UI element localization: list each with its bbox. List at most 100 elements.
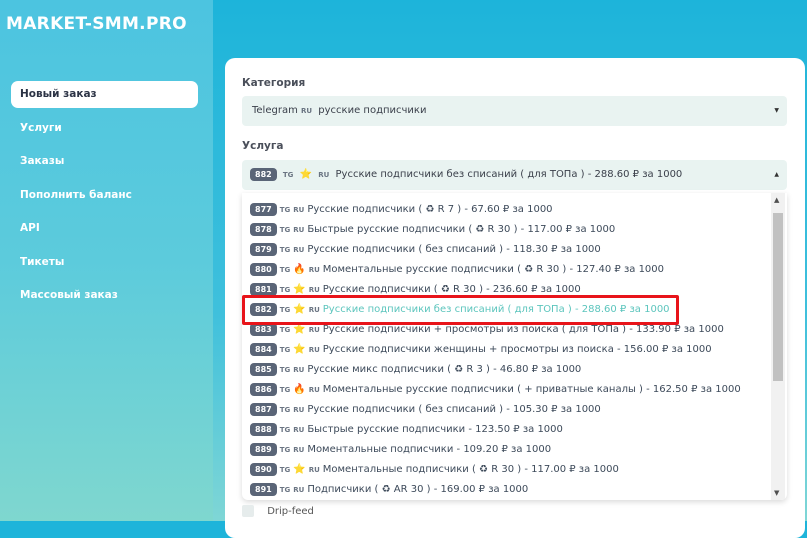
service-option[interactable]: 891 TG RU Подписчики ( ♻ AR 30 ) - 169.00 ₽…: [242, 480, 787, 500]
tg-tag: TG: [279, 326, 291, 334]
service-id-badge: 887: [250, 402, 277, 416]
category-select[interactable]: Telegram RU русские подписчики ▼: [242, 96, 787, 126]
ru-tag: RU: [293, 486, 305, 494]
tg-tag: TG: [279, 486, 291, 494]
ru-tag: RU: [308, 386, 320, 394]
ru-tag: RU: [318, 171, 330, 179]
service-id-badge: 891: [250, 482, 277, 496]
ru-tag: RU: [308, 346, 320, 354]
tg-tag: TG: [279, 286, 291, 294]
drip-feed-checkbox[interactable]: [242, 505, 254, 517]
caret-down-icon: ▼: [774, 107, 779, 114]
service-option-text: Моментальные подписчики ( ♻ R 30 ) - 117…: [322, 464, 619, 475]
nav-item-new-order[interactable]: Новый заказ: [11, 81, 198, 108]
nav-item-tickets[interactable]: Тикеты: [11, 249, 198, 276]
service-option[interactable]: 888 TG RU Быстрые русские подписчики - 123.…: [242, 420, 787, 440]
tg-tag: TG: [279, 346, 291, 354]
service-id-badge: 882: [250, 167, 277, 181]
category-value: Telegram: [252, 105, 298, 116]
tg-tag: TG: [279, 266, 291, 274]
category-label: Категория: [242, 77, 306, 89]
service-id-badge: 885: [250, 362, 277, 376]
service-id-badge: 889: [250, 442, 277, 456]
ru-tag: RU: [293, 226, 305, 234]
service-option-text: Русские подписчики ( ♻ R 7 ) - 67.60 ₽ з…: [307, 204, 553, 215]
service-option[interactable]: 887 TG RU Русские подписчики ( без списаний…: [242, 400, 787, 420]
service-option-text: Русские подписчики женщины + просмотры и…: [322, 344, 712, 355]
service-option[interactable]: 879 TG RU Русские подписчики ( без списаний…: [242, 240, 787, 260]
service-option-text: Быстрые русские подписчики ( ♻ R 30 ) - …: [307, 224, 616, 235]
highlight-box: [242, 295, 679, 325]
ru-tag: RU: [293, 446, 305, 454]
service-option-text: Быстрые русские подписчики - 123.50 ₽ за…: [307, 424, 563, 435]
service-option-text: Русские подписчики ( без списаний ) - 11…: [307, 244, 601, 255]
service-selected-text: Русские подписчики без списаний ( для ТО…: [335, 169, 683, 180]
ru-tag: RU: [293, 366, 305, 374]
nav-item-services[interactable]: Услуги: [11, 115, 198, 142]
service-dropdown-list: 877 TG RU Русские подписчики ( ♻ R 7 ) - 67…: [242, 193, 787, 500]
service-option[interactable]: 889 TG RU Моментальные подписчики - 109.20 …: [242, 440, 787, 460]
service-option[interactable]: 880 TG 🔥 RU Моментальные русские подписчики …: [242, 260, 787, 280]
ru-tag: RU: [293, 206, 305, 214]
nav-item-api[interactable]: API: [11, 215, 198, 242]
tg-tag: TG: [279, 226, 291, 234]
logo[interactable]: MARKET-SMM.PRO: [6, 14, 187, 34]
tg-tag: TG: [279, 406, 291, 414]
tg-tag: TG: [282, 171, 294, 179]
service-option[interactable]: 878 TG RU Быстрые русские подписчики ( ♻ R …: [242, 220, 787, 240]
nav-item-orders[interactable]: Заказы: [11, 148, 198, 175]
scrollbar-thumb[interactable]: [773, 213, 783, 381]
star-icon: ⭐: [299, 169, 313, 180]
tg-tag: TG: [279, 466, 291, 474]
service-id-badge: 880: [250, 262, 277, 276]
category-value-rest: русские подписчики: [318, 105, 427, 116]
ru-tag: RU: [308, 466, 320, 474]
ru-tag: RU: [301, 107, 313, 115]
service-id-badge: 884: [250, 342, 277, 356]
service-select[interactable]: 882 TG ⭐ RU Русские подписчики без списа…: [242, 160, 787, 190]
scrollbar[interactable]: ▲ ▼: [771, 193, 785, 500]
service-option-text: Русские подписчики ( без списаний ) - 10…: [307, 404, 601, 415]
star-icon: ⭐: [293, 284, 306, 295]
service-option-text: Русские подписчики ( ♻ R 30 ) - 236.60 ₽…: [322, 284, 581, 295]
scroll-up-icon[interactable]: ▲: [774, 196, 779, 204]
ru-tag: RU: [308, 286, 320, 294]
service-id-badge: 878: [250, 222, 277, 236]
tg-tag: TG: [279, 206, 291, 214]
service-option-text: Моментальные русские подписчики ( + прив…: [322, 384, 741, 395]
star-icon: ⭐: [293, 344, 306, 355]
tg-tag: TG: [279, 366, 291, 374]
service-id-badge: 879: [250, 242, 277, 256]
ru-tag: RU: [293, 406, 305, 414]
service-option[interactable]: 885 TG RU Русские микс подписчики ( ♻ R 3 )…: [242, 360, 787, 380]
drip-feed-label: Drip-feed: [267, 506, 314, 517]
service-option-text: Моментальные русские подписчики ( ♻ R 30…: [322, 264, 665, 275]
service-option[interactable]: 877 TG RU Русские подписчики ( ♻ R 7 ) - 67…: [242, 200, 787, 220]
scroll-down-icon[interactable]: ▼: [774, 489, 779, 497]
service-id-badge: 886: [250, 382, 277, 396]
sidebar: MARKET-SMM.PRO Новый заказ Услуги Заказы…: [0, 0, 213, 521]
service-id-badge: 888: [250, 422, 277, 436]
ru-tag: RU: [293, 426, 305, 434]
service-id-badge: 877: [250, 202, 277, 216]
drip-feed-option[interactable]: Drip-feed: [242, 505, 314, 517]
service-option[interactable]: 884 TG ⭐ RU Русские подписчики женщины + про…: [242, 340, 787, 360]
nav-item-add-funds[interactable]: Пополнить баланс: [11, 182, 198, 209]
fire-icon: 🔥: [293, 264, 306, 275]
service-option[interactable]: 890 TG ⭐ RU Моментальные подписчики ( ♻ R 30…: [242, 460, 787, 480]
ru-tag: RU: [293, 246, 305, 254]
nav-menu: Новый заказ Услуги Заказы Пополнить бала…: [11, 81, 198, 316]
service-option-text: Русские подписчики + просмотры из поиска…: [322, 324, 724, 335]
nav-item-mass-order[interactable]: Массовый заказ: [11, 282, 198, 309]
star-icon: ⭐: [293, 324, 306, 335]
fire-icon: 🔥: [293, 384, 306, 395]
ru-tag: RU: [308, 266, 320, 274]
service-option-text: Русские микс подписчики ( ♻ R 3 ) - 46.8…: [307, 364, 582, 375]
ru-tag: RU: [308, 326, 320, 334]
service-option[interactable]: 886 TG 🔥 RU Моментальные русские подписчики …: [242, 380, 787, 400]
tg-tag: TG: [279, 246, 291, 254]
star-icon: ⭐: [293, 464, 306, 475]
service-label: Услуга: [242, 140, 284, 152]
service-option-text: Подписчики ( ♻ AR 30 ) - 169.00 ₽ за 100…: [307, 484, 529, 495]
tg-tag: TG: [279, 386, 291, 394]
